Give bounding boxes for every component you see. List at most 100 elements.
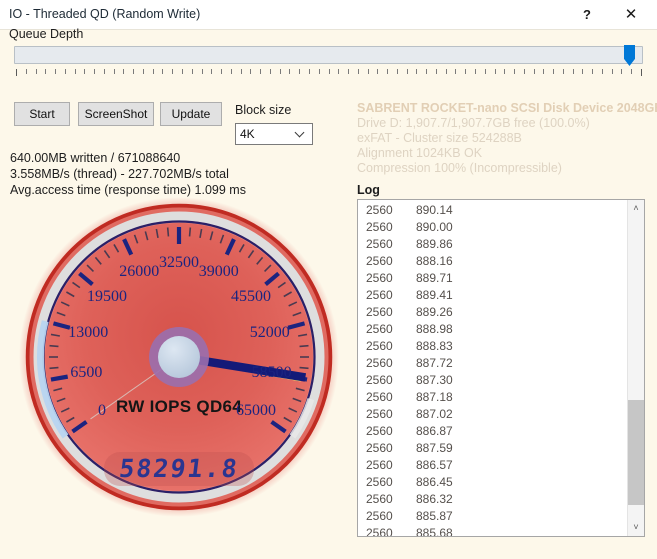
log-cell-count: 2560 [366, 271, 393, 285]
log-label: Log [357, 183, 380, 197]
log-row[interactable]: 2560 886.45 [358, 474, 624, 491]
gauge-svg [19, 197, 339, 517]
screenshot-button[interactable]: ScreenShot [78, 102, 154, 126]
slider-tick [484, 69, 486, 74]
slider-tick [435, 69, 437, 74]
log-cell-value: 889.26 [416, 305, 453, 319]
slider-tick [494, 69, 496, 74]
slider-tick [16, 69, 17, 76]
log-row[interactable]: 2560 889.71 [358, 270, 624, 287]
slider-tick [455, 69, 457, 74]
log-cell-count: 2560 [366, 220, 393, 234]
log-row[interactable]: 2560 885.87 [358, 508, 624, 525]
log-cell-count: 2560 [366, 203, 393, 217]
chevron-down-icon [296, 128, 306, 138]
close-button[interactable]: ✕ [609, 0, 653, 29]
log-cell-count: 2560 [366, 424, 393, 438]
scrollbar-thumb[interactable] [628, 400, 644, 505]
stats-throughput: 3.558MB/s (thread) - 227.702MB/s total [10, 167, 229, 181]
slider-tick [172, 69, 174, 74]
slider-tick [387, 69, 389, 74]
scroll-down-icon[interactable]: ˅ [628, 519, 644, 536]
slider-tick [64, 69, 66, 74]
slider-tick [45, 69, 47, 74]
log-cell-value: 887.72 [416, 356, 453, 370]
slider-tick [641, 69, 642, 76]
log-cell-count: 2560 [366, 492, 393, 506]
slider-tick [74, 69, 76, 74]
help-button[interactable]: ? [565, 0, 609, 29]
update-button[interactable]: Update [160, 102, 222, 126]
scroll-up-icon[interactable]: ˄ [628, 200, 644, 217]
log-row[interactable]: 2560 889.41 [358, 287, 624, 304]
queue-depth-slider[interactable] [14, 45, 643, 76]
slider-tick [474, 69, 476, 74]
log-row[interactable]: 2560 887.59 [358, 440, 624, 457]
log-row[interactable]: 2560 889.86 [358, 236, 624, 253]
slider-tick [113, 69, 115, 74]
log-cell-count: 2560 [366, 288, 393, 302]
slider-tick [142, 69, 144, 74]
slider-tick [367, 69, 369, 74]
log-cell-value: 888.98 [416, 322, 453, 336]
slider-tick [377, 69, 379, 74]
log-row[interactable]: 2560 886.87 [358, 423, 624, 440]
start-button[interactable]: Start [14, 102, 70, 126]
block-size-select[interactable]: 4K [235, 123, 313, 145]
slider-tick [308, 69, 310, 74]
drive-capacity: Drive D: 1,907.7/1,907.7GB free (100.0%) [357, 116, 590, 130]
slider-tick [35, 69, 37, 74]
log-row[interactable]: 2560 888.83 [358, 338, 624, 355]
slider-tick [328, 69, 330, 74]
slider-track[interactable] [14, 46, 643, 64]
log-cell-value: 889.71 [416, 271, 453, 285]
log-cell-value: 885.68 [416, 526, 453, 537]
log-row[interactable]: 2560 886.32 [358, 491, 624, 508]
log-row[interactable]: 2560 887.30 [358, 372, 624, 389]
slider-tick [211, 69, 213, 74]
log-row[interactable]: 2560 888.16 [358, 253, 624, 270]
slider-tick [611, 69, 613, 74]
log-row[interactable]: 2560 887.72 [358, 355, 624, 372]
log-list[interactable]: 2560 890.14 2560 890.00 2560 889.86 2560 888.16… [357, 199, 645, 537]
slider-tick [523, 69, 525, 74]
log-cell-count: 2560 [366, 305, 393, 319]
app-window: IO - Threaded QD (Random Write) ? ✕ Queu… [0, 0, 657, 559]
log-cell-value: 887.30 [416, 373, 453, 387]
slider-tick [260, 69, 262, 74]
log-cell-count: 2560 [366, 526, 393, 537]
log-row[interactable]: 2560 888.98 [358, 321, 624, 338]
log-row[interactable]: 2560 890.14 [358, 202, 624, 219]
slider-tick [543, 69, 545, 74]
log-cell-count: 2560 [366, 441, 393, 455]
log-cell-count: 2560 [366, 407, 393, 421]
log-row[interactable]: 2560 886.57 [358, 457, 624, 474]
slider-tick [338, 69, 340, 74]
slider-tick [201, 69, 203, 74]
slider-tick [582, 69, 584, 74]
slider-tick [562, 69, 564, 74]
log-row[interactable]: 2560 890.00 [358, 219, 624, 236]
slider-tick [416, 69, 418, 74]
slider-tick [55, 69, 57, 74]
drive-model: SABRENT ROCKET-nano SCSI Disk Device 204… [357, 101, 657, 115]
log-cell-count: 2560 [366, 356, 393, 370]
slider-tick [250, 69, 252, 74]
log-cell-value: 886.57 [416, 458, 453, 472]
queue-depth-label: Queue Depth [9, 27, 84, 41]
log-row[interactable]: 2560 889.26 [358, 304, 624, 321]
slider-tick [299, 69, 301, 74]
slider-tick-marks [16, 69, 642, 76]
log-row[interactable]: 2560 887.18 [358, 389, 624, 406]
log-row[interactable]: 2560 887.02 [358, 406, 624, 423]
log-cell-value: 886.45 [416, 475, 453, 489]
slider-tick [230, 69, 232, 74]
log-cell-value: 887.18 [416, 390, 453, 404]
log-scrollbar[interactable]: ˄ ˅ [627, 200, 644, 536]
drive-info: SABRENT ROCKET-nano SCSI Disk Device 204… [357, 100, 657, 176]
log-cell-count: 2560 [366, 322, 393, 336]
log-row[interactable]: 2560 885.68 [358, 525, 624, 537]
drive-filesystem: exFAT - Cluster size 524288B [357, 131, 522, 145]
slider-tick [504, 69, 506, 74]
log-cell-value: 885.87 [416, 509, 453, 523]
